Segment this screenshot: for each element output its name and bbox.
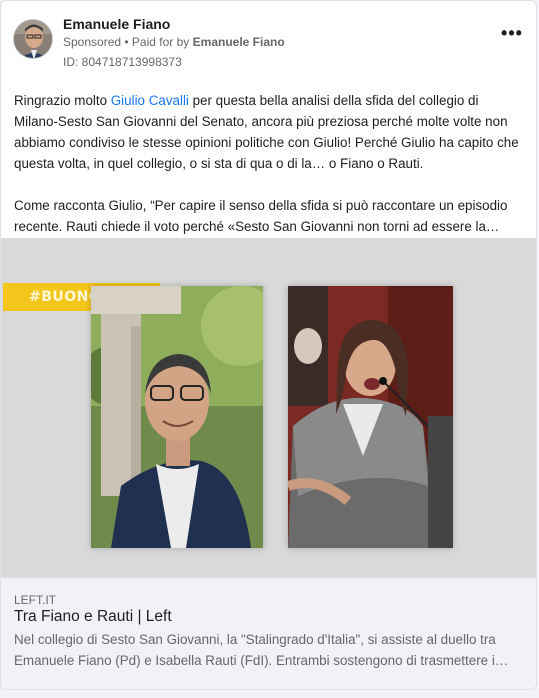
- sponsored-label: Sponsored: [63, 35, 122, 49]
- paid-for-prefix: • Paid for by: [124, 35, 190, 49]
- link-title[interactable]: Tra Fiano e Rauti | Left: [14, 608, 172, 626]
- photo-rauti: [288, 286, 453, 548]
- payer-name: Emanuele Fiano: [192, 35, 285, 49]
- post-paragraph-2: Come racconta Giulio, “Per capire il sen…: [14, 198, 508, 234]
- ad-id: ID: 804718713998373: [63, 55, 182, 69]
- post-text-segment: Ringrazio molto: [14, 93, 111, 108]
- photo-fiano: [91, 286, 263, 548]
- more-options-icon[interactable]: •••: [498, 24, 526, 49]
- advertiser-avatar[interactable]: [13, 19, 53, 59]
- link-description: Nel collegio di Sesto San Giovanni, la "…: [14, 632, 509, 668]
- link-domain: LEFT.IT: [14, 593, 57, 607]
- advertiser-name[interactable]: Emanuele Fiano: [63, 16, 170, 32]
- post-paragraph-1: Ringrazio molto Giulio Cavalli per quest…: [14, 90, 526, 174]
- mention-link[interactable]: Giulio Cavalli: [111, 93, 189, 108]
- ad-card: Emanuele Fiano Sponsored • Paid for by E…: [0, 0, 537, 690]
- link-preview[interactable]: LEFT.IT Tra Fiano e Rauti | Left Nel col…: [1, 577, 536, 689]
- sponsored-line: Sponsored • Paid for by Emanuele Fiano: [63, 35, 285, 49]
- post-text: Ringrazio molto Giulio Cavalli per quest…: [14, 90, 526, 237]
- post-header: Emanuele Fiano Sponsored • Paid for by E…: [13, 13, 528, 71]
